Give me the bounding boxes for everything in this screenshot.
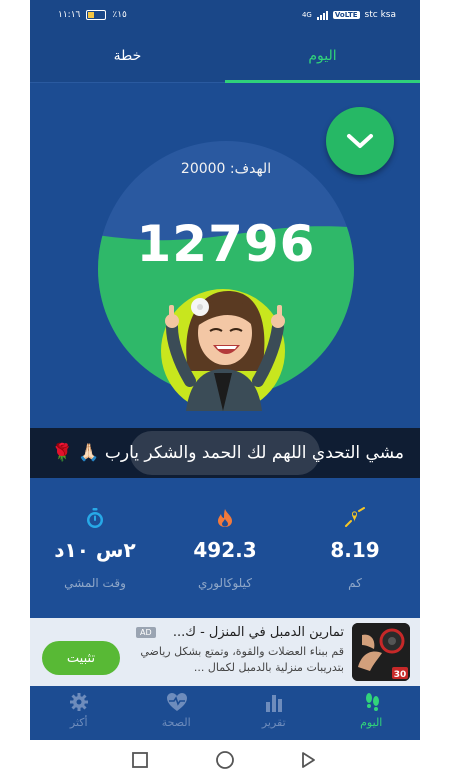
signal-icon [316, 10, 328, 20]
battery-icon [86, 10, 107, 20]
nav-health[interactable]: الصحة [128, 686, 226, 740]
challenge-text: مشي التحدي اللهم لك الحمد والشكر يارب 🙏🏻… [51, 443, 404, 463]
step-counter-panel: الهدف: 20000 12796 [30, 83, 420, 428]
clock: ١١:١٦ [58, 10, 81, 20]
top-tabs: خطة اليوم [30, 28, 420, 83]
install-button[interactable]: تثبيت [42, 641, 120, 675]
distance-value: 8.19 [330, 538, 380, 562]
nav-more[interactable]: أكثر [30, 686, 128, 740]
nav-health-label: الصحة [161, 716, 191, 729]
ad-thumb-number: 30 [394, 670, 407, 680]
stats-panel: 8.19 كم 492.3 كيلوكالوري ٢س ١٠د وقت المش… [30, 478, 420, 618]
ad-banner[interactable]: 30 تمارين الدمبل في المنزل - ك... AD قم … [30, 618, 420, 686]
back-icon[interactable] [298, 750, 318, 770]
avatar[interactable] [150, 261, 296, 411]
network-type: 4G [301, 11, 312, 19]
flame-icon [218, 509, 232, 527]
footprints-icon [365, 693, 379, 711]
calories-stat: 492.3 كيلوكالوري [160, 478, 290, 618]
ad-title[interactable]: تمارين الدمبل في المنزل - ك... [173, 625, 344, 640]
home-icon[interactable] [215, 750, 235, 770]
challenge-banner: مشي التحدي اللهم لك الحمد والشكر يارب 🙏🏻… [30, 428, 420, 478]
gear-icon [70, 693, 88, 711]
ad-app-thumbnail[interactable]: 30 [352, 623, 410, 681]
collapse-button[interactable] [326, 107, 394, 175]
ad-description: قم ببناء العضلات والقوة، وتمتع بشكل رياض… [140, 645, 344, 674]
dumbbell-app-icon: 30 [352, 623, 410, 681]
carrier: stc ksa [364, 10, 396, 20]
tab-today[interactable]: اليوم [225, 28, 420, 83]
walk-time-label: وقت المشي [64, 576, 126, 590]
stopwatch-icon [87, 508, 103, 528]
bottom-navigation: اليوم تقرير الصحة أكثر [30, 686, 420, 740]
system-navigation-bar [30, 740, 420, 780]
volte-icon: VoLTE [332, 11, 360, 19]
calories-value: 492.3 [193, 538, 257, 562]
nav-report[interactable]: تقرير [225, 686, 323, 740]
chevron-down-icon [347, 134, 373, 148]
distance-stat: 8.19 كم [290, 478, 420, 618]
distance-label: كم [348, 576, 362, 590]
nav-report-label: تقرير [261, 716, 286, 729]
bar-chart-icon [266, 695, 282, 712]
battery-level: ٪١٥ [112, 10, 127, 20]
ad-badge: AD [136, 627, 156, 638]
heart-pulse-icon [166, 693, 187, 711]
nav-more-label: أكثر [69, 716, 88, 729]
nav-today-label: اليوم [360, 716, 383, 729]
goal-label: الهدف: 20000 [180, 161, 272, 177]
location-pin-icon [345, 507, 365, 527]
recents-icon[interactable] [130, 750, 150, 770]
tab-plan[interactable]: خطة [30, 28, 225, 83]
status-bar: ١١:١٦ ٪١٥ 4G VoLTE stc ksa [30, 0, 420, 28]
calories-label: كيلوكالوري [198, 576, 252, 590]
walk-time-value: ٢س ١٠د [54, 538, 136, 562]
walk-time-stat: ٢س ١٠د وقت المشي [30, 478, 160, 618]
app-screen: ١١:١٦ ٪١٥ 4G VoLTE stc ksa خطة اليوم اله… [30, 0, 420, 780]
nav-today[interactable]: اليوم [323, 686, 421, 740]
